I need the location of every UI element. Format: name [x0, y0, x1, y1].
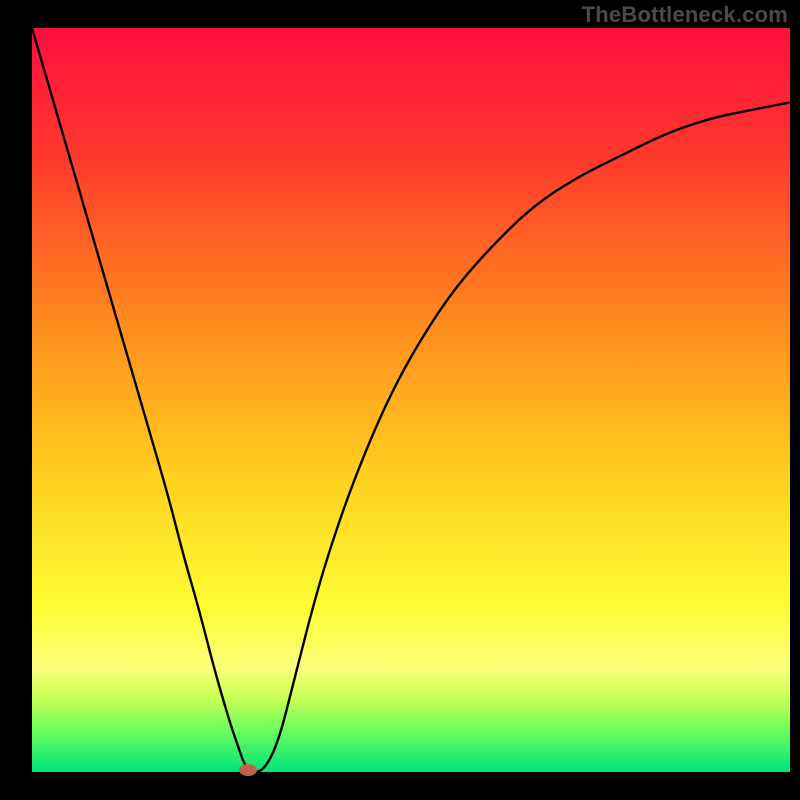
- min-marker: [239, 764, 257, 776]
- bottleneck-chart: [0, 0, 800, 800]
- plot-background: [32, 28, 790, 772]
- chart-frame: TheBottleneck.com: [0, 0, 800, 800]
